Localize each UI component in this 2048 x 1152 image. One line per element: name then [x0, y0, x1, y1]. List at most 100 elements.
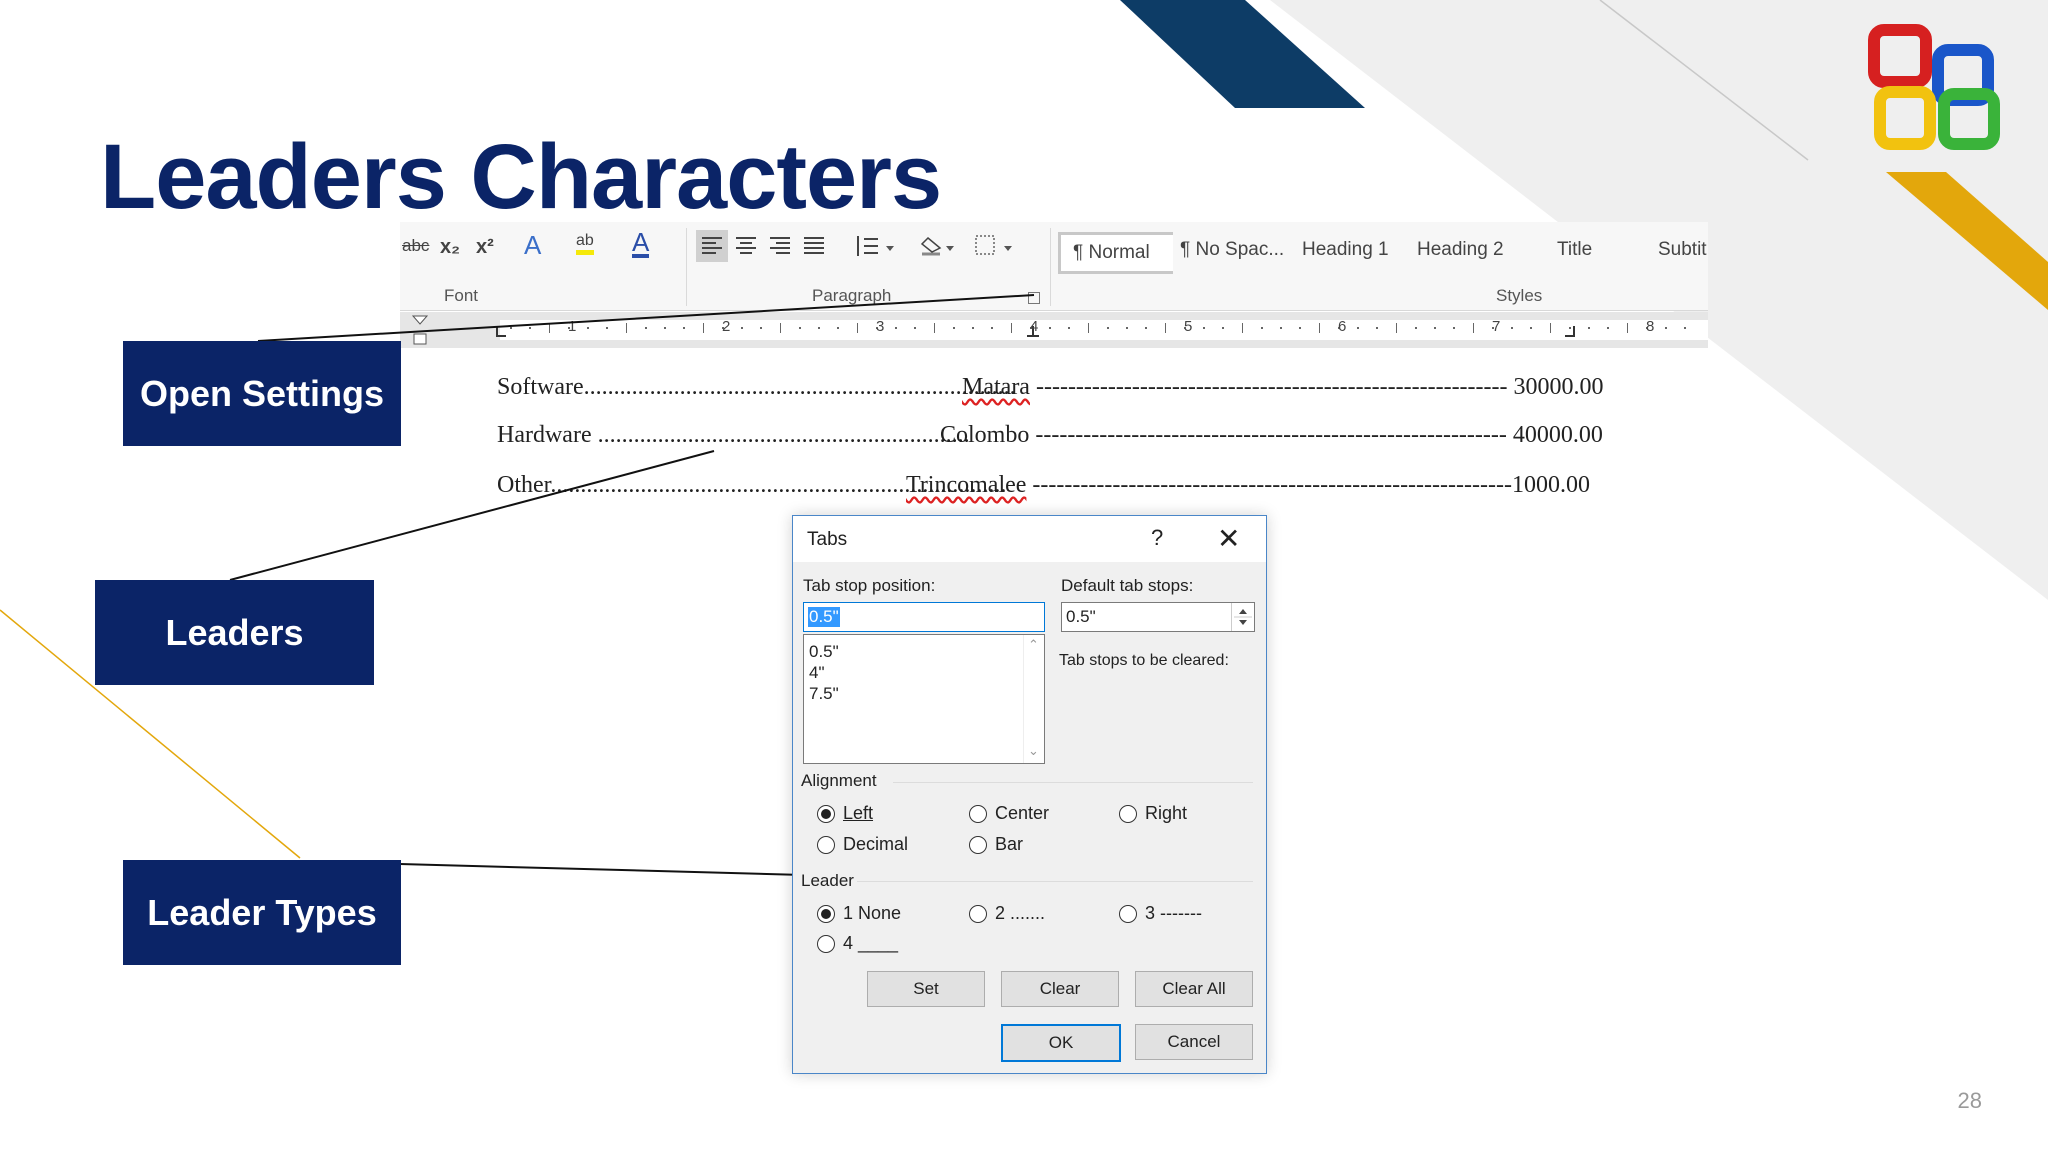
ruler-dot: [606, 327, 609, 329]
scroll-down-icon[interactable]: ⌄: [1028, 743, 1039, 759]
style-heading-2[interactable]: Heading 2: [1417, 232, 1504, 268]
tab-stop-list-item[interactable]: 0.5": [809, 641, 839, 662]
ruler-dot: [1511, 327, 1513, 329]
scroll-up-icon[interactable]: ⌃: [1028, 637, 1039, 653]
ruler-dot: [1203, 327, 1205, 329]
radio-circle[interactable]: [817, 835, 835, 854]
radio-leader-dots[interactable]: 2 .......: [969, 903, 1045, 924]
ruler-dot: [1145, 327, 1148, 329]
radio-label: 2 .......: [995, 903, 1046, 923]
radio-align-center[interactable]: Center: [969, 803, 1049, 824]
ruler-tick: [702, 323, 704, 333]
ruler-dot: [952, 327, 955, 329]
style-subtitle[interactable]: Subtit: [1658, 232, 1707, 268]
subscript-icon[interactable]: x₂: [440, 236, 460, 259]
style-heading-1[interactable]: Heading 1: [1302, 232, 1389, 268]
tab-stop-list[interactable]: 0.5" 4" 7.5" ⌃ ⌄: [803, 634, 1045, 764]
indent-marker-icon[interactable]: [412, 314, 430, 348]
strikethrough-icon[interactable]: abc: [402, 236, 429, 256]
ruler-tick: [933, 323, 935, 333]
ribbon: abc x₂ x² A ab A Font Paragraph ¶ Normal…: [400, 222, 1708, 311]
superscript-icon[interactable]: x²: [476, 236, 494, 259]
help-icon[interactable]: ?: [1151, 525, 1163, 551]
ok-button[interactable]: OK: [1001, 1024, 1121, 1062]
ruler-dot: [683, 327, 686, 329]
ruler-number: 4: [1030, 318, 1039, 335]
spinner[interactable]: [1231, 603, 1254, 631]
radio-leader-none[interactable]: 1 None: [817, 903, 901, 924]
radio-circle[interactable]: [1119, 804, 1137, 823]
ruler-dot: [664, 327, 666, 329]
doc-cell: Other: [497, 472, 551, 498]
doc-cell: 40000.00: [1512, 422, 1603, 448]
clear-button[interactable]: Clear: [1001, 971, 1119, 1007]
ruler-dot: [1068, 327, 1071, 329]
radio-circle[interactable]: [969, 904, 987, 923]
close-icon[interactable]: ✕: [1217, 522, 1240, 555]
callout-open-settings: Open Settings: [123, 341, 401, 446]
radio-leader-dashes[interactable]: 3 -------: [1119, 903, 1202, 924]
ruler-dot: [644, 327, 647, 329]
ruler-tick: [779, 323, 781, 333]
ruler-dot: [798, 327, 801, 329]
ruler[interactable]: 1 2 3 4 5 6 7 8: [400, 312, 1708, 348]
list-scrollbar[interactable]: ⌃ ⌄: [1023, 635, 1044, 763]
style-normal[interactable]: ¶ Normal: [1058, 232, 1173, 274]
radio-circle[interactable]: [817, 904, 835, 923]
ruler-tick: [1010, 323, 1012, 333]
doc-row-1-col2: Matara ---------------------------------…: [962, 374, 1604, 400]
ruler-dot: [1665, 327, 1667, 329]
ruler-dot: [1260, 327, 1263, 329]
spinner-arrows-icon[interactable]: [1232, 603, 1254, 631]
radio-align-left[interactable]: Left: [817, 803, 873, 824]
paragraph-icons: [696, 230, 1012, 262]
radio-circle[interactable]: [817, 934, 835, 953]
clear-all-button[interactable]: Clear All: [1135, 971, 1253, 1007]
tab-stop-list-item[interactable]: 4": [809, 662, 839, 683]
style-title[interactable]: Title: [1557, 232, 1592, 268]
ruler-tick: [548, 323, 550, 333]
ruler-tick: [1241, 323, 1243, 333]
doc-cell: Colombo: [940, 422, 1030, 448]
radio-align-bar[interactable]: Bar: [969, 834, 1023, 855]
ruler-dot: [1280, 327, 1282, 329]
set-button[interactable]: Set: [867, 971, 985, 1007]
style-no-spacing[interactable]: ¶ No Spac...: [1180, 232, 1284, 268]
radio-label: Center: [995, 803, 1050, 823]
radio-circle[interactable]: [817, 804, 835, 823]
paragraph-settings-launcher-icon[interactable]: [1028, 292, 1040, 304]
ruler-dot: [1684, 327, 1687, 329]
radio-circle[interactable]: [969, 804, 987, 823]
font-color-icon[interactable]: A: [632, 229, 650, 258]
radio-circle[interactable]: [969, 835, 987, 854]
radio-label: Left: [843, 803, 874, 823]
ruler-number: 1: [568, 318, 577, 335]
ruler-dot: [1414, 327, 1417, 329]
tab-stop-input[interactable]: 0.5": [803, 602, 1045, 632]
paragraph-group-label: Paragraph: [812, 286, 892, 305]
align-left-icon[interactable]: [696, 230, 728, 262]
ruler-tick: [1472, 323, 1474, 333]
cancel-button[interactable]: Cancel: [1135, 1024, 1253, 1060]
alignment-label: Alignment: [801, 771, 877, 790]
default-tab-input[interactable]: 0.5": [1061, 602, 1255, 632]
right-tab-marker-icon[interactable]: [1564, 326, 1578, 340]
ruler-number: 7: [1492, 318, 1501, 335]
radio-align-right[interactable]: Right: [1119, 803, 1187, 824]
radio-leader-underline[interactable]: 4 ____: [817, 933, 898, 954]
ruler-dot: [587, 327, 589, 329]
radio-align-decimal[interactable]: Decimal: [817, 834, 908, 855]
ruler-tick: [625, 323, 627, 333]
doc-cell: 1000.00: [1511, 472, 1590, 498]
radio-label: 1 None: [843, 903, 902, 923]
left-tab-marker-icon[interactable]: [494, 326, 508, 340]
highlight-icon[interactable]: ab: [576, 232, 594, 255]
ruler-tick: [856, 323, 858, 333]
ruler-number: 3: [876, 318, 885, 335]
ruler-dot: [1106, 327, 1109, 329]
text-effects-icon[interactable]: A: [524, 230, 541, 261]
tab-stop-list-item[interactable]: 7.5": [809, 683, 839, 704]
ruler-dot: [529, 327, 532, 329]
ruler-dot: [510, 327, 512, 329]
radio-circle[interactable]: [1119, 904, 1137, 923]
